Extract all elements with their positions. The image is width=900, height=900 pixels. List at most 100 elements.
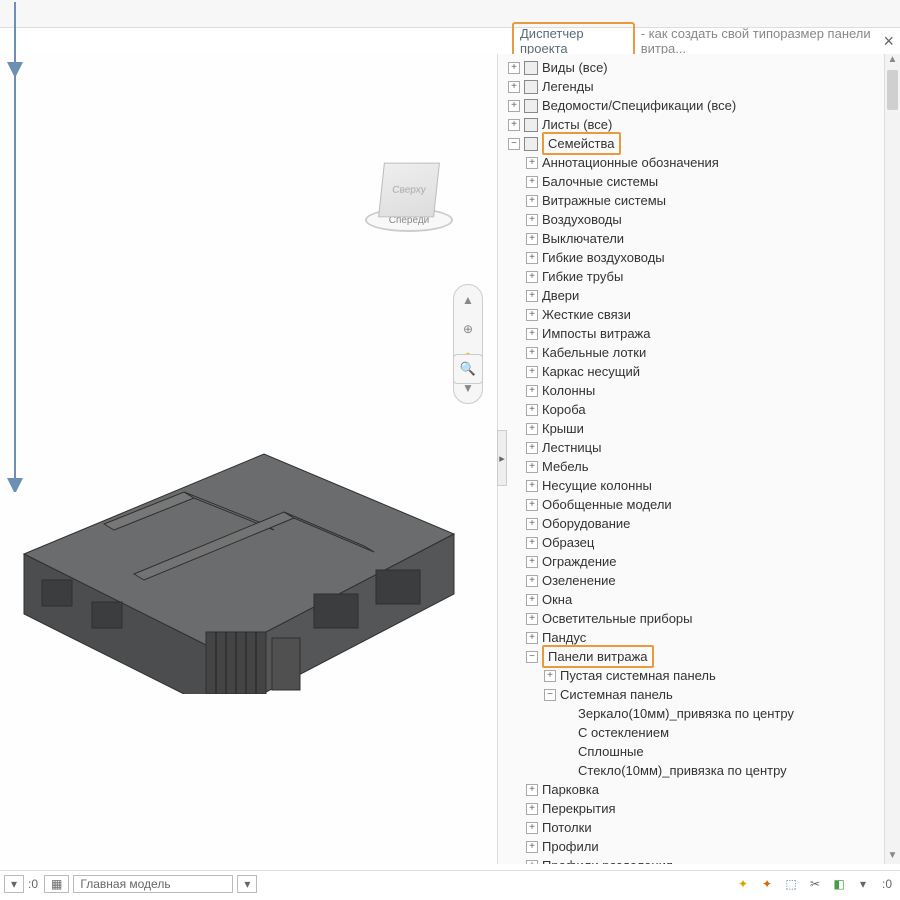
expander-icon[interactable]: + bbox=[526, 803, 538, 815]
panel-collapse-tab[interactable]: ▸ bbox=[497, 430, 507, 486]
zoom-tool[interactable]: 🔍 bbox=[453, 354, 483, 384]
tree-item-family[interactable]: +Профили bbox=[526, 837, 900, 856]
status-icon-2[interactable]: ✦ bbox=[758, 877, 776, 891]
expander-icon[interactable]: + bbox=[526, 480, 538, 492]
expander-icon[interactable]: + bbox=[526, 176, 538, 188]
expander-icon[interactable]: + bbox=[526, 575, 538, 587]
expander-icon[interactable]: + bbox=[526, 252, 538, 264]
expander-icon[interactable]: − bbox=[544, 689, 556, 701]
tree-item-top[interactable]: +Ведомости/Спецификации (все) bbox=[508, 96, 900, 115]
expander-icon[interactable]: + bbox=[526, 518, 538, 530]
tree-item-families[interactable]: −Семейства bbox=[508, 134, 900, 153]
tree[interactable]: +Виды (все)+Легенды+Ведомости/Спецификац… bbox=[498, 58, 900, 864]
tree-item-family[interactable]: +Колонны bbox=[526, 381, 900, 400]
nav-wheel-down-icon[interactable]: ▼ bbox=[462, 382, 474, 394]
expander-icon[interactable]: − bbox=[526, 651, 538, 663]
tree-item-family[interactable]: +Воздуховоды bbox=[526, 210, 900, 229]
tree-item-family[interactable]: +Перекрытия bbox=[526, 799, 900, 818]
tree-item-family[interactable]: +Короба bbox=[526, 400, 900, 419]
expander-icon[interactable]: + bbox=[526, 442, 538, 454]
status-icon-4[interactable]: ✂ bbox=[806, 877, 824, 891]
expander-icon[interactable]: + bbox=[526, 309, 538, 321]
status-icon-1[interactable]: ✦ bbox=[734, 877, 752, 891]
expander-icon[interactable]: + bbox=[526, 271, 538, 283]
nav-wheel[interactable]: ▲ ⊕ ✋ ▼ bbox=[453, 284, 483, 404]
expander-icon[interactable]: + bbox=[526, 537, 538, 549]
expander-icon[interactable]: + bbox=[526, 632, 538, 644]
expander-icon[interactable]: + bbox=[526, 385, 538, 397]
tree-item-family[interactable]: +Лестницы bbox=[526, 438, 900, 457]
status-icon-5[interactable]: ◧ bbox=[830, 877, 848, 891]
status-dropdown-2[interactable]: ▾ bbox=[237, 875, 257, 893]
expander-icon[interactable]: + bbox=[526, 233, 538, 245]
expander-icon[interactable]: + bbox=[526, 461, 538, 473]
tree-item-family[interactable]: +Жесткие связи bbox=[526, 305, 900, 324]
tree-item-family[interactable]: +Парковка bbox=[526, 780, 900, 799]
tree-item-family[interactable]: +Двери bbox=[526, 286, 900, 305]
expander-icon[interactable]: + bbox=[526, 347, 538, 359]
tree-item-family[interactable]: +Окна bbox=[526, 590, 900, 609]
tree-item-family[interactable]: +Витражные системы bbox=[526, 191, 900, 210]
viewcube-face[interactable]: Сверху bbox=[378, 163, 440, 218]
tree-item-family[interactable]: +Балочные системы bbox=[526, 172, 900, 191]
tree-item-family[interactable]: +Крыши bbox=[526, 419, 900, 438]
tree-item-family[interactable]: +Обобщенные модели bbox=[526, 495, 900, 514]
tree-item-family[interactable]: +Озеленение bbox=[526, 571, 900, 590]
tree-item-family[interactable]: +Потолки bbox=[526, 818, 900, 837]
filter-icon[interactable]: ▾ bbox=[854, 877, 872, 891]
viewport-3d[interactable]: Сверху Спереди ▲ ⊕ ✋ ▼ 🔍 bbox=[0, 54, 498, 864]
tree-item-top[interactable]: +Виды (все) bbox=[508, 58, 900, 77]
nav-wheel-center-icon[interactable]: ⊕ bbox=[463, 323, 473, 335]
tree-item-family[interactable]: +Каркас несущий bbox=[526, 362, 900, 381]
expander-icon[interactable]: + bbox=[526, 860, 538, 865]
tree-item-family[interactable]: +Несущие колонны bbox=[526, 476, 900, 495]
expander-icon[interactable]: + bbox=[508, 100, 520, 112]
tree-item-family[interactable]: +Осветительные приборы bbox=[526, 609, 900, 628]
expander-icon[interactable]: + bbox=[526, 613, 538, 625]
expander-icon[interactable]: − bbox=[508, 138, 520, 150]
expander-icon[interactable]: + bbox=[526, 366, 538, 378]
expander-icon[interactable]: + bbox=[526, 841, 538, 853]
nav-wheel-up-icon[interactable]: ▲ bbox=[462, 294, 474, 306]
expander-icon[interactable]: + bbox=[526, 214, 538, 226]
tree-item-family[interactable]: +Аннотационные обозначения bbox=[526, 153, 900, 172]
tree-item-family[interactable]: +Мебель bbox=[526, 457, 900, 476]
tree-item-panel-type[interactable]: Сплошные bbox=[562, 742, 900, 761]
project-browser[interactable]: +Виды (все)+Легенды+Ведомости/Спецификац… bbox=[498, 54, 900, 864]
status-model-select[interactable]: Главная модель bbox=[73, 875, 233, 893]
tree-item-curtain-empty[interactable]: +Пустая системная панель bbox=[544, 666, 900, 685]
tree-item-family[interactable]: +Оборудование bbox=[526, 514, 900, 533]
expander-icon[interactable]: + bbox=[526, 822, 538, 834]
tree-item-family[interactable]: +Гибкие трубы bbox=[526, 267, 900, 286]
scroll-down-icon[interactable]: ▼ bbox=[885, 850, 900, 864]
expander-icon[interactable]: + bbox=[526, 157, 538, 169]
tree-item-family[interactable]: +Ограждение bbox=[526, 552, 900, 571]
expander-icon[interactable]: + bbox=[526, 423, 538, 435]
viewcube[interactable]: Сверху Спереди bbox=[356, 144, 462, 250]
expander-icon[interactable]: + bbox=[526, 556, 538, 568]
status-dropdown-1[interactable]: ▾ bbox=[4, 875, 24, 893]
scroll-thumb[interactable] bbox=[887, 70, 898, 110]
expander-icon[interactable]: + bbox=[526, 195, 538, 207]
tree-item-family[interactable]: +Кабельные лотки bbox=[526, 343, 900, 362]
status-icon-3[interactable]: ⬚ bbox=[782, 877, 800, 891]
tree-item-family[interactable]: +Импосты витража bbox=[526, 324, 900, 343]
tree-item-family[interactable]: +Гибкие воздуховоды bbox=[526, 248, 900, 267]
expander-icon[interactable]: + bbox=[508, 62, 520, 74]
status-icon-sheet[interactable]: ▦ bbox=[44, 875, 69, 893]
tree-item-panel-type[interactable]: С остеклением bbox=[562, 723, 900, 742]
expander-icon[interactable]: + bbox=[526, 784, 538, 796]
tree-item-family[interactable]: +Профили разделения bbox=[526, 856, 900, 864]
expander-icon[interactable]: + bbox=[526, 499, 538, 511]
close-icon[interactable]: × bbox=[883, 31, 894, 52]
tree-item-top[interactable]: +Легенды bbox=[508, 77, 900, 96]
expander-icon[interactable]: + bbox=[544, 670, 556, 682]
expander-icon[interactable]: + bbox=[508, 81, 520, 93]
expander-icon[interactable]: + bbox=[508, 119, 520, 131]
expander-icon[interactable]: + bbox=[526, 404, 538, 416]
expander-icon[interactable]: + bbox=[526, 594, 538, 606]
tree-item-family[interactable]: +Образец bbox=[526, 533, 900, 552]
tree-item-panel-type[interactable]: Стекло(10мм)_привязка по центру bbox=[562, 761, 900, 780]
tree-item-panel-type[interactable]: Зеркало(10мм)_привязка по центру bbox=[562, 704, 900, 723]
expander-icon[interactable]: + bbox=[526, 328, 538, 340]
